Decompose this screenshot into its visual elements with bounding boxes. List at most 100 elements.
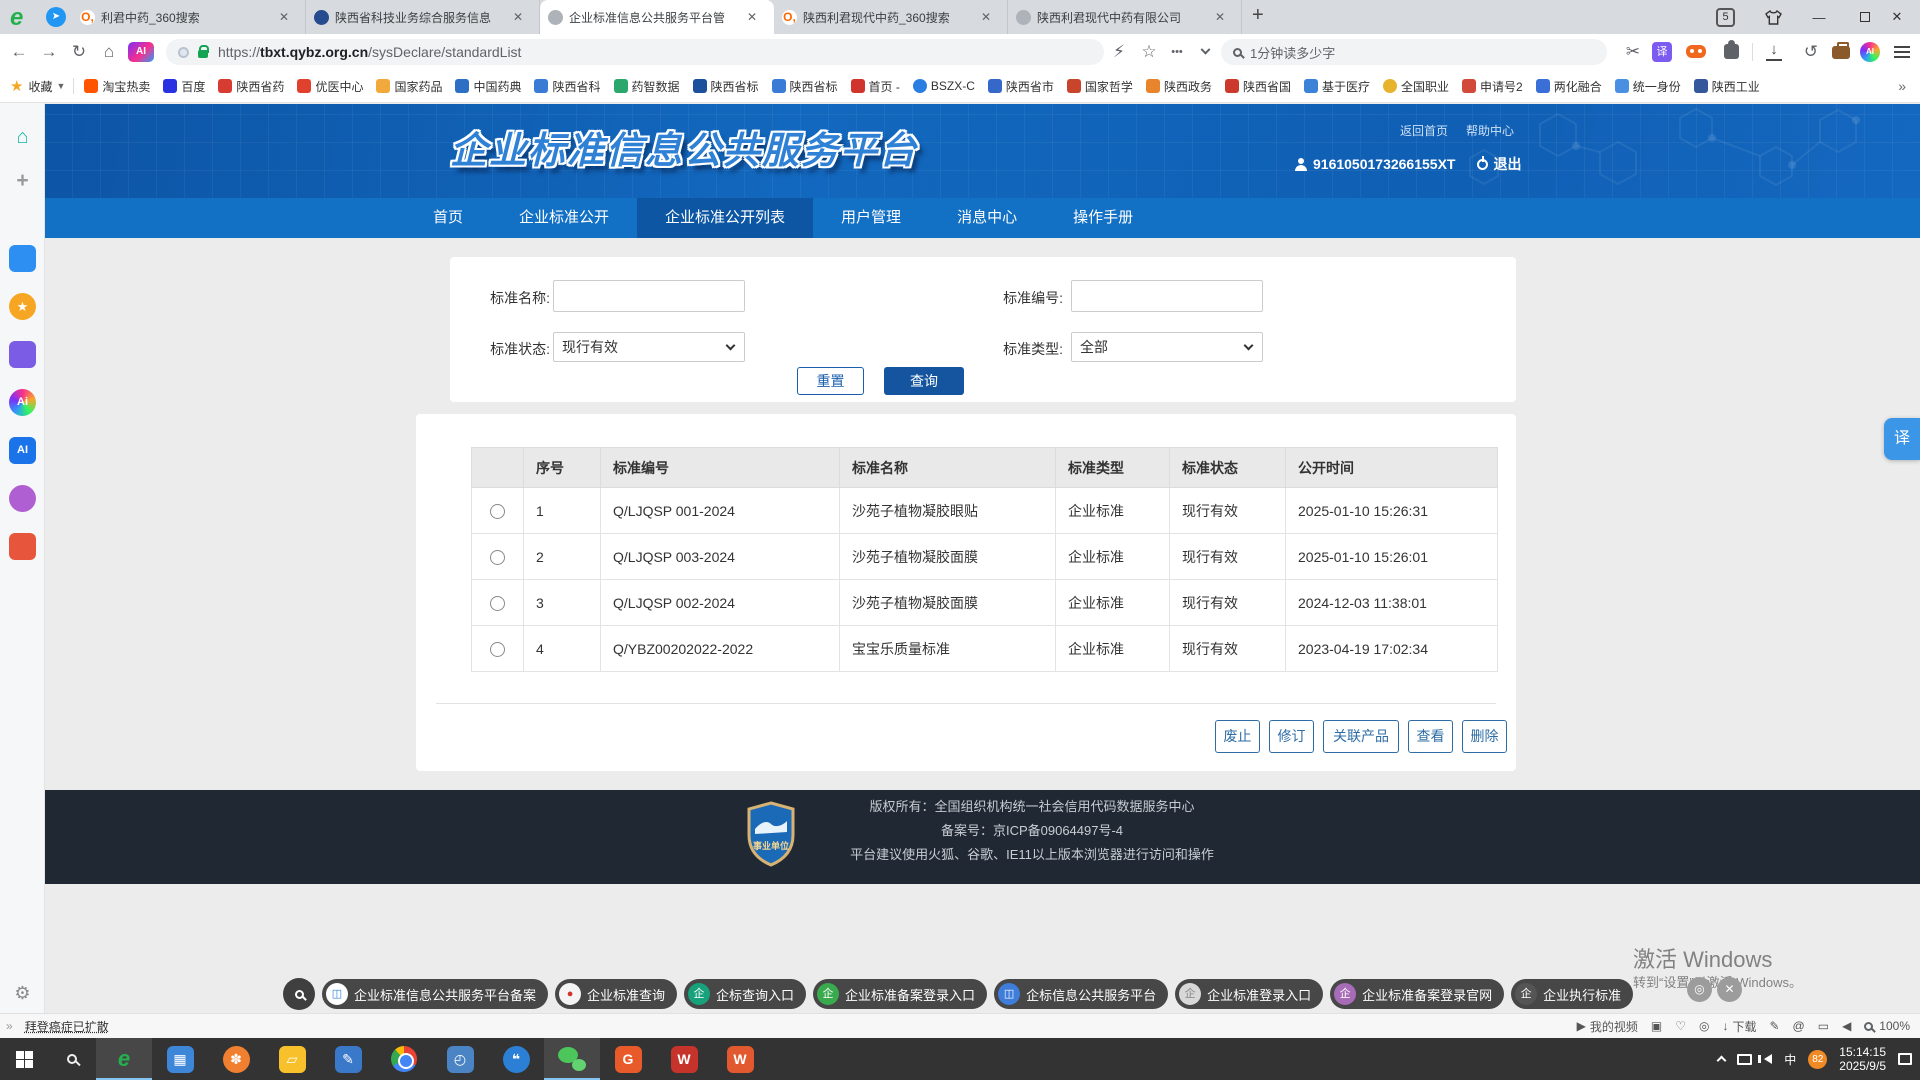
- bookmark-item[interactable]: 统一身份: [1615, 78, 1681, 95]
- bookmark-item[interactable]: 国家哲学: [1067, 78, 1133, 95]
- taskbar-file-explorer[interactable]: ▱: [264, 1038, 320, 1080]
- taskbar-search-button[interactable]: [48, 1038, 96, 1080]
- bookmark-item[interactable]: 国家药品: [376, 78, 442, 95]
- taskbar-clock[interactable]: 15:14:152025/9/5: [1839, 1045, 1886, 1073]
- window-layout-icon[interactable]: ▭: [1818, 1019, 1829, 1033]
- feedback-icon[interactable]: @: [1793, 1019, 1805, 1033]
- taskbar-app-paw[interactable]: ✽: [208, 1038, 264, 1080]
- favorites-dropdown-icon[interactable]: ▼: [56, 81, 65, 91]
- sidebar-camera-app-icon[interactable]: [9, 485, 36, 512]
- bookmark-item[interactable]: 陕西省标: [772, 78, 838, 95]
- dropdown-chevron-icon[interactable]: [1192, 34, 1218, 70]
- float-widget-close-button[interactable]: ✕: [1717, 977, 1742, 1002]
- shield-icon[interactable]: ▣: [1651, 1019, 1662, 1033]
- standard-name-input[interactable]: [553, 280, 745, 312]
- bookmark-item[interactable]: 首页 -: [851, 78, 900, 95]
- row-radio[interactable]: [490, 642, 505, 657]
- quick-link[interactable]: 企企标查询入口: [684, 979, 806, 1009]
- table-row[interactable]: 3Q/LJQSP 002-2024沙苑子植物凝胶面膜 企业标准现行有效2024-…: [472, 580, 1498, 626]
- address-bar[interactable]: https://tbxt.qybz.org.cn/sysDeclare/stan…: [166, 39, 1104, 65]
- quick-launch-icon[interactable]: ⚡: [1106, 34, 1132, 70]
- site-info-icon[interactable]: [178, 47, 189, 58]
- quick-link[interactable]: 企企业执行标准: [1511, 979, 1633, 1009]
- revise-button[interactable]: 修订: [1269, 720, 1314, 753]
- sidebar-red-app-icon[interactable]: [9, 533, 36, 560]
- browser-360-logo-icon[interactable]: e: [10, 4, 23, 32]
- help-center-link[interactable]: 帮助中心: [1466, 122, 1514, 139]
- taskbar-contacts-app[interactable]: ◴: [432, 1038, 488, 1080]
- sidebar-app-blue-icon[interactable]: [9, 245, 36, 272]
- sidebar-star-app-icon[interactable]: ★: [9, 293, 36, 320]
- table-row[interactable]: 4Q/YBZ00202022-2022宝宝乐质量标准 企业标准现行有效2023-…: [472, 626, 1498, 672]
- nav-item-user-management[interactable]: 用户管理: [813, 198, 929, 238]
- news-ticker-link[interactable]: 拜登癌症已扩散: [25, 1018, 109, 1035]
- tab-1[interactable]: O, 利君中药_360搜索 ✕: [72, 0, 306, 34]
- bookmark-item[interactable]: 陕西省国: [1225, 78, 1291, 95]
- nav-item-manual[interactable]: 操作手册: [1045, 198, 1161, 238]
- downloads-icon[interactable]: ↓: [1766, 43, 1782, 61]
- row-radio[interactable]: [490, 596, 505, 611]
- bookmark-star-icon[interactable]: ☆: [1136, 34, 1162, 70]
- quick-search-button[interactable]: [283, 978, 315, 1010]
- related-products-button[interactable]: 关联产品: [1323, 720, 1399, 753]
- sidebar-ai-rainbow-icon[interactable]: Ai: [9, 389, 36, 416]
- quick-link[interactable]: ●企业标准查询: [555, 979, 677, 1009]
- quick-link[interactable]: ◫企标信息公共服务平台: [994, 979, 1168, 1009]
- display-icon[interactable]: [1737, 1054, 1752, 1065]
- tab-4[interactable]: O, 陕西利君现代中药_360搜索 ✕: [774, 0, 1008, 34]
- delete-button[interactable]: 删除: [1462, 720, 1507, 753]
- briefcase-icon[interactable]: [1832, 46, 1850, 59]
- sidebar-add-icon[interactable]: +: [9, 169, 36, 196]
- nav-item-home[interactable]: 首页: [405, 198, 491, 238]
- table-row[interactable]: 2Q/LJQSP 003-2024沙苑子植物凝胶面膜 企业标准现行有效2025-…: [472, 534, 1498, 580]
- sidebar-ai-blue-icon[interactable]: AI: [9, 437, 36, 464]
- bookmark-item[interactable]: 两化融合: [1536, 78, 1602, 95]
- sidebar-settings-gear-icon[interactable]: ⚙: [9, 980, 36, 1007]
- nav-item-message-center[interactable]: 消息中心: [929, 198, 1045, 238]
- extensions-icon[interactable]: [1724, 44, 1739, 59]
- tab-close-icon[interactable]: ✕: [513, 10, 523, 24]
- skin-brush-icon[interactable]: ✎: [1769, 1019, 1779, 1033]
- taskbar-360-browser[interactable]: e: [96, 1038, 152, 1080]
- url-text[interactable]: https://tbxt.qybz.org.cn/sysDeclare/stan…: [218, 44, 521, 60]
- speaker-icon[interactable]: [1764, 1054, 1772, 1064]
- home-button[interactable]: ⌂: [96, 34, 122, 70]
- row-radio[interactable]: [490, 504, 505, 519]
- tray-expand-icon[interactable]: [1717, 1056, 1727, 1066]
- forward-button[interactable]: →: [36, 34, 62, 70]
- quick-link[interactable]: ◫企业标准信息公共服务平台备案: [322, 979, 548, 1009]
- taskbar-chrome[interactable]: [376, 1038, 432, 1080]
- bookmark-item[interactable]: 陕西政务: [1146, 78, 1212, 95]
- taskbar-word-app[interactable]: W: [712, 1038, 768, 1080]
- view-button[interactable]: 查看: [1408, 720, 1453, 753]
- more-options-icon[interactable]: •••: [1164, 34, 1190, 70]
- close-window-button[interactable]: ✕: [1874, 0, 1920, 34]
- sidebar-home-icon[interactable]: ⌂: [9, 125, 36, 152]
- taskbar-wechat[interactable]: [544, 1038, 600, 1080]
- row-radio[interactable]: [490, 550, 505, 565]
- taskbar-calculator[interactable]: ▦: [152, 1038, 208, 1080]
- bookmark-item[interactable]: 百度: [163, 78, 205, 95]
- standard-type-select[interactable]: 全部: [1071, 332, 1263, 362]
- menu-icon[interactable]: [1894, 51, 1910, 53]
- screenshot-scissors-icon[interactable]: ✂: [1620, 34, 1646, 70]
- tab-count-badge[interactable]: 5: [1716, 8, 1735, 27]
- history-undo-icon[interactable]: ↺: [1798, 34, 1824, 70]
- tab-5[interactable]: 陕西利君现代中药有限公司 ✕: [1008, 0, 1242, 34]
- battery-badge[interactable]: 82: [1808, 1050, 1827, 1069]
- lock-icon[interactable]: [198, 50, 208, 58]
- zoom-control[interactable]: 100%: [1864, 1019, 1910, 1033]
- my-video-button[interactable]: ▶我的视频: [1577, 1018, 1638, 1035]
- game-center-icon[interactable]: [1686, 45, 1706, 58]
- query-button[interactable]: 查询: [884, 367, 964, 395]
- sidebar-game-app-icon[interactable]: [9, 341, 36, 368]
- bookmark-item[interactable]: 中国药典: [455, 78, 521, 95]
- bookmarks-overflow-icon[interactable]: »: [1898, 78, 1906, 94]
- bookmark-item[interactable]: 陕西省市: [988, 78, 1054, 95]
- heart-icon[interactable]: ♡: [1675, 1019, 1686, 1033]
- bookmark-item[interactable]: 陕西省科: [534, 78, 600, 95]
- abolish-button[interactable]: 废止: [1215, 720, 1260, 753]
- tab-close-icon[interactable]: ✕: [747, 10, 757, 24]
- mute-speaker-icon[interactable]: ◀: [1842, 1019, 1851, 1033]
- taskbar-messenger-app[interactable]: ❝: [488, 1038, 544, 1080]
